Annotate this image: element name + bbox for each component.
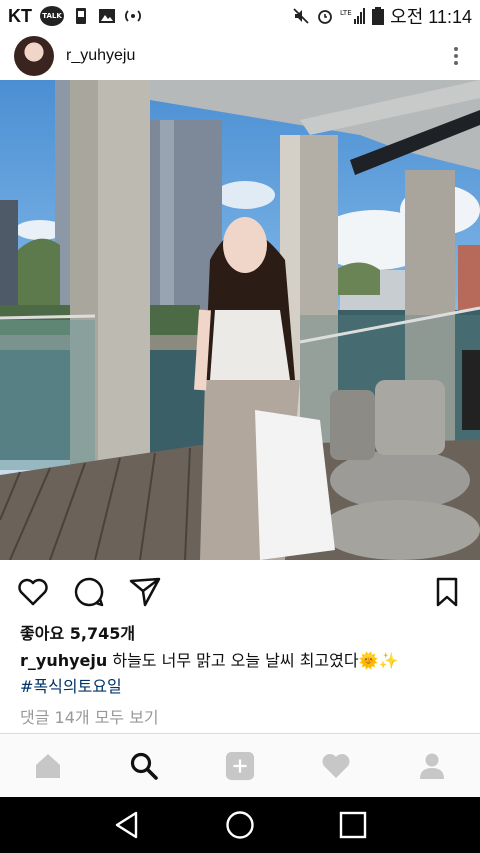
add-icon[interactable] <box>225 751 255 781</box>
lte-signal-icon: LTE <box>340 8 366 24</box>
avatar[interactable] <box>14 36 54 76</box>
post-actions <box>0 568 480 616</box>
home-circle-icon[interactable] <box>225 810 255 840</box>
bottom-nav <box>0 733 480 797</box>
back-icon[interactable] <box>112 810 142 840</box>
hashtag-link[interactable]: #폭식의토요일 <box>20 674 460 700</box>
hotspot-icon <box>125 10 141 22</box>
heart-icon[interactable] <box>16 575 50 609</box>
talk-icon: TALK <box>40 6 64 26</box>
alarm-icon <box>318 10 333 24</box>
caption-username[interactable]: r_yuhyeju <box>20 651 107 670</box>
svg-text:LTE: LTE <box>340 9 352 17</box>
gallery-icon <box>99 9 115 23</box>
carrier-label: KT <box>8 5 32 26</box>
photo-scene <box>0 80 480 560</box>
share-icon[interactable] <box>128 575 162 609</box>
mute-icon <box>293 8 309 24</box>
system-nav-bar <box>0 797 480 853</box>
status-bar: KT TALK LTE 오전 11:14 <box>0 0 480 32</box>
profile-icon[interactable] <box>417 751 447 781</box>
bookmark-icon[interactable] <box>430 575 464 609</box>
recents-icon[interactable] <box>338 810 368 840</box>
battery-icon <box>372 7 385 25</box>
view-comments-link[interactable]: 댓글 14개 모두 보기 <box>20 704 159 728</box>
activity-icon[interactable] <box>321 751 351 781</box>
post-photo[interactable] <box>0 80 480 560</box>
likes-count[interactable]: 좋아요 5,745개 <box>20 620 135 644</box>
post-header: r_yuhyeju <box>0 32 480 80</box>
more-options-icon[interactable] <box>446 41 466 71</box>
caption-text: 하늘도 너무 맑고 오늘 날씨 최고였다🌞✨ <box>107 651 399 670</box>
status-clock: 오전 11:14 <box>390 7 472 27</box>
post-username[interactable]: r_yuhyeju <box>66 47 135 65</box>
home-icon[interactable] <box>33 751 63 781</box>
post-caption: r_yuhyeju 하늘도 너무 맑고 오늘 날씨 최고였다🌞✨ #폭식의토요일 <box>20 648 460 700</box>
comment-icon[interactable] <box>72 575 106 609</box>
sim-icon <box>76 8 86 24</box>
search-icon[interactable] <box>129 751 159 781</box>
